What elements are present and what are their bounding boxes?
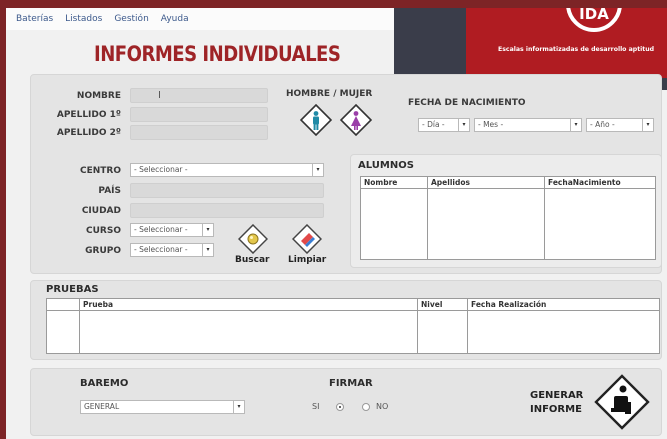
table-row [46,310,660,354]
apellido1-input[interactable] [130,107,268,122]
curso-label: CURSO [86,226,121,236]
curso-select[interactable]: - Seleccionar - ▾ [130,223,214,237]
generar-informe-button[interactable] [594,374,650,434]
col-apellidos[interactable]: Apellidos [427,176,545,189]
brand-tagline: Escalas informatizadas de desarrollo apt… [498,46,655,53]
firmar-si-label: SI [312,402,320,411]
baremo-select[interactable]: GENERAL ▾ [80,400,245,414]
chevron-down-icon: ▾ [570,119,581,131]
col-nivel[interactable]: Nivel [417,298,468,311]
ciudad-label: CIUDAD [81,206,121,216]
male-icon [299,103,333,137]
search-icon [237,223,269,255]
apellido2-label: APELLIDO 2º [56,128,121,138]
centro-label: CENTRO [79,166,121,176]
centro-value: - Seleccionar - [134,165,188,174]
baremo-label: BAREMO [80,378,129,389]
alumnos-title: ALUMNOS [358,160,414,171]
limpiar-label[interactable]: Limpiar [288,255,326,265]
mes-select[interactable]: - Mes - ▾ [474,118,582,132]
female-icon [339,103,373,137]
apellido2-input[interactable] [130,125,268,140]
firmar-no-radio[interactable] [362,403,370,411]
menu-listados[interactable]: Listados [65,14,102,24]
brand-logo: IDA [566,8,622,32]
menu-gestion[interactable]: Gestión [114,14,148,24]
generate-report-icon [594,374,650,430]
firmar-label: FIRMAR [329,378,373,389]
grupo-label: GRUPO [85,246,121,256]
limpiar-button[interactable] [291,223,323,258]
firmar-no-label: NO [376,402,389,411]
pais-input[interactable] [130,183,324,198]
centro-select[interactable]: - Seleccionar - ▾ [130,163,324,177]
nombre-label: NOMBRE [76,91,121,101]
chevron-down-icon: ▾ [233,401,244,413]
col-select[interactable] [46,298,80,311]
page-title: INFORMES INDIVIDUALES [94,42,341,66]
sexo-label: HOMBRE / MUJER [286,89,373,99]
firmar-si-radio[interactable] [336,403,344,411]
table-row [360,188,656,260]
nombre-input[interactable]: I [130,88,268,103]
menu-ayuda[interactable]: Ayuda [161,14,189,24]
curso-value: - Seleccionar - [134,225,188,234]
generar-informe-label-2[interactable]: INFORME [530,404,582,415]
col-prueba[interactable]: Prueba [79,298,418,311]
baremo-value: GENERAL [84,402,120,411]
mes-value: - Mes - [478,120,504,129]
text-cursor-icon: I [158,90,161,101]
hombre-button[interactable] [299,103,333,140]
anio-value: - Año - [590,120,615,129]
eraser-icon [291,223,323,255]
chevron-down-icon: ▾ [202,244,213,256]
alumnos-table[interactable]: Nombre Apellidos FechaNacimiento [360,176,656,260]
pruebas-title: PRUEBAS [46,284,99,295]
col-fecha-nacimiento[interactable]: FechaNacimiento [544,176,656,189]
buscar-label[interactable]: Buscar [235,255,269,265]
ciudad-input[interactable] [130,203,324,218]
app-window: Baterías Listados Gestión Ayuda IDA Esca… [6,8,667,439]
chevron-down-icon: ▾ [642,119,653,131]
anio-select[interactable]: - Año - ▾ [586,118,654,132]
chevron-down-icon: ▾ [202,224,213,236]
pais-label: PAÍS [98,186,121,196]
col-fecha-realizacion[interactable]: Fecha Realización [467,298,660,311]
apellido1-label: APELLIDO 1º [56,110,121,120]
dia-value: - Día - [422,120,445,129]
col-nombre[interactable]: Nombre [360,176,428,189]
buscar-button[interactable] [237,223,269,258]
fecha-nacimiento-label: FECHA DE NACIMIENTO [408,98,526,108]
chevron-down-icon: ▾ [458,119,469,131]
grupo-value: - Seleccionar - [134,245,188,254]
mujer-button[interactable] [339,103,373,140]
grupo-select[interactable]: - Seleccionar - ▾ [130,243,214,257]
menu-baterias[interactable]: Baterías [16,14,53,24]
generar-informe-label-1[interactable]: GENERAR [530,390,583,401]
pruebas-table[interactable]: Prueba Nivel Fecha Realización [46,298,660,354]
dia-select[interactable]: - Día - ▾ [418,118,470,132]
chevron-down-icon: ▾ [312,164,323,176]
brand-banner: IDA Escalas informatizadas de desarrollo… [466,8,667,78]
